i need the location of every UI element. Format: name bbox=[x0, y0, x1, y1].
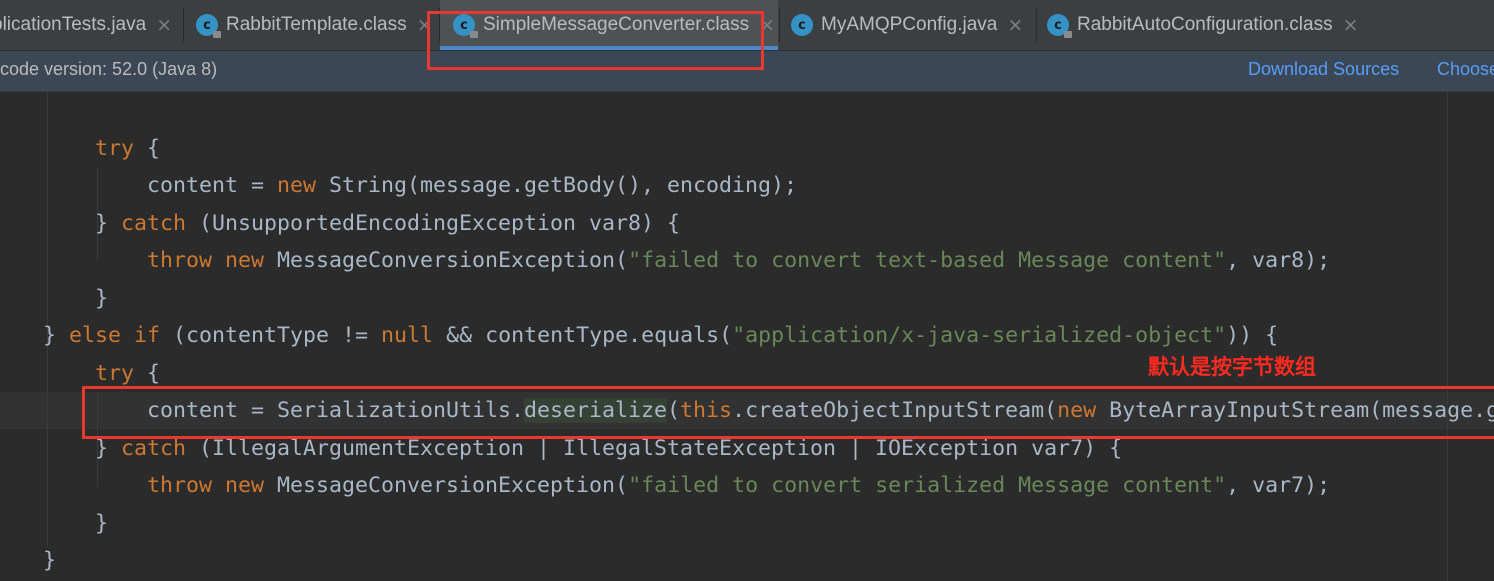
code-line-12: } bbox=[43, 548, 57, 573]
code-line-11: } bbox=[95, 511, 109, 536]
annotation-note: 默认是按字节数组 bbox=[1148, 355, 1316, 379]
code-line-10: throw new MessageConversionException("fa… bbox=[147, 473, 1331, 498]
download-sources-link[interactable]: Download Sources bbox=[1248, 59, 1399, 80]
lock-icon bbox=[470, 31, 478, 38]
bytecode-version-text: code version: 52.0 (Java 8) bbox=[0, 59, 218, 79]
tab-rabbit-auto-configuration[interactable]: c RabbitAutoConfiguration.class × bbox=[1037, 0, 1367, 50]
code-line-4: throw new MessageConversionException("fa… bbox=[147, 248, 1331, 273]
lock-icon bbox=[1064, 31, 1072, 38]
close-icon[interactable]: × bbox=[759, 14, 775, 36]
close-icon[interactable]: × bbox=[417, 14, 433, 36]
tab-my-amqp-config[interactable]: c MyAMQPConfig.java × bbox=[780, 0, 1035, 50]
choose-sources-link[interactable]: Choose bbox=[1437, 59, 1494, 80]
close-icon[interactable]: × bbox=[1007, 14, 1023, 36]
tab-label: RabbitAutoConfiguration.class bbox=[1077, 14, 1333, 35]
editor-tab-bar: plicationTests.java × c RabbitTemplate.c… bbox=[0, 0, 1494, 51]
code-line-6: } else if (contentType != null && conten… bbox=[43, 323, 1279, 348]
class-file-icon: c bbox=[453, 14, 478, 38]
code-line-7: try { bbox=[95, 361, 161, 386]
code-line-5: } bbox=[95, 286, 109, 311]
java-class-icon: c bbox=[791, 14, 813, 36]
lock-icon bbox=[213, 31, 221, 38]
tab-label: plicationTests.java bbox=[0, 14, 147, 35]
tab-label: RabbitTemplate.class bbox=[226, 14, 407, 35]
close-icon[interactable]: × bbox=[156, 14, 172, 36]
tab-application-tests[interactable]: plicationTests.java × bbox=[0, 0, 182, 50]
tab-label: SimpleMessageConverter.class bbox=[483, 14, 750, 35]
code-line-8: content = SerializationUtils.deserialize… bbox=[147, 398, 1494, 423]
code-line-9: } catch (IllegalArgumentException | Ille… bbox=[95, 436, 1123, 461]
code-line-3: } catch (UnsupportedEncodingException va… bbox=[95, 211, 681, 236]
decompiled-info-banner: code version: 52.0 (Java 8) Download Sou… bbox=[0, 51, 1494, 92]
code-editor[interactable]: try { content = new String(message.getBo… bbox=[0, 92, 1494, 581]
usage-highlight: deserialize bbox=[524, 398, 668, 423]
tab-rabbit-template[interactable]: c RabbitTemplate.class × bbox=[184, 0, 438, 50]
right-margin-guide bbox=[1447, 92, 1448, 581]
class-file-icon: c bbox=[196, 14, 221, 38]
code-line-2: content = new String(message.getBody(), … bbox=[147, 173, 798, 198]
close-icon[interactable]: × bbox=[1343, 14, 1359, 36]
class-file-icon: c bbox=[1047, 14, 1072, 38]
tab-label: MyAMQPConfig.java bbox=[821, 14, 998, 35]
code-line-1: try { bbox=[95, 136, 161, 161]
tab-simple-message-converter[interactable]: c SimpleMessageConverter.class × bbox=[440, 0, 778, 50]
